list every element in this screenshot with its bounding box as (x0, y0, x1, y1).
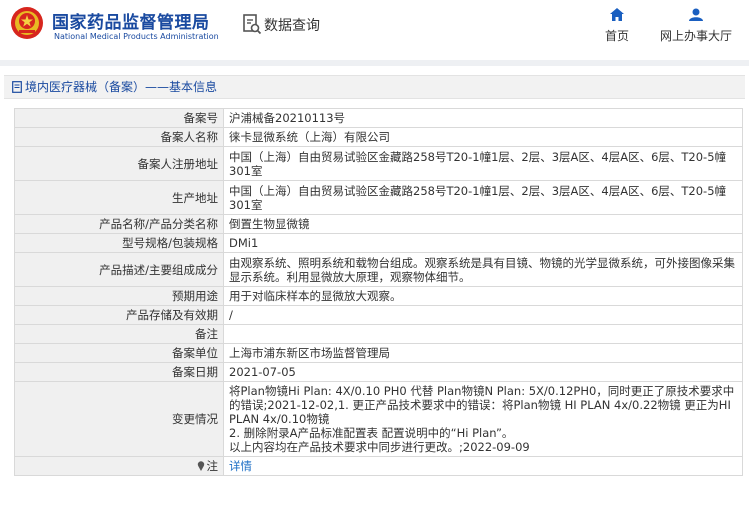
field-value: 2021-07-05 (223, 362, 743, 382)
field-label: 备案号 (14, 108, 224, 128)
field-label: 预期用途 (14, 286, 224, 306)
pin-icon (197, 461, 204, 471)
data-query-icon[interactable] (242, 13, 262, 35)
home-icon (610, 8, 624, 21)
field-label: 备案人注册地址 (14, 146, 224, 181)
field-value: 中国（上海）自由贸易试验区金藏路258号T20-1幢1层、2层、3层A区、4层A… (223, 146, 743, 181)
field-label: 注 (14, 456, 224, 476)
field-value (223, 324, 743, 344)
field-value: / (223, 305, 743, 325)
field-value: 徕卡显微系统（上海）有限公司 (223, 127, 743, 147)
field-value: 倒置生物显微镜 (223, 214, 743, 234)
table-row: 备案人注册地址 中国（上海）自由贸易试验区金藏路258号T20-1幢1层、2层、3… (14, 146, 743, 181)
breadcrumb-text: 境内医疗器械（备案）——基本信息 (25, 80, 218, 94)
change-line: 以上内容均在产品技术要求中同步进行更改。;2022-09-09 (229, 440, 530, 454)
field-label: 备案日期 (14, 362, 224, 382)
document-icon (12, 81, 22, 93)
national-emblem-icon (11, 7, 43, 39)
nav-home[interactable]: 首页 (600, 6, 634, 44)
table-row: 备案人名称 徕卡显微系统（上海）有限公司 (14, 127, 743, 147)
org-name-en: National Medical Products Administration (54, 32, 219, 41)
table-row: 产品名称/产品分类名称 倒置生物显微镜 (14, 214, 743, 234)
field-value: 沪浦械备20210113号 (223, 108, 743, 128)
table-row: 注详情 (14, 456, 743, 476)
field-label: 生产地址 (14, 180, 224, 215)
table-row: 备案单位 上海市浦东新区市场监督管理局 (14, 343, 743, 363)
org-name-cn: 国家药品监督管理局 (52, 13, 210, 33)
table-row: 型号规格/包装规格 DMi1 (14, 233, 743, 253)
change-line: 2. 删除附录A产品标准配置表 配置说明中的“Hi Plan”。 (229, 426, 514, 440)
field-label: 产品描述/主要组成成分 (14, 252, 224, 287)
table-row: 预期用途 用于对临床样本的显微放大观察。 (14, 286, 743, 306)
field-label: 备案单位 (14, 343, 224, 363)
header-divider (0, 60, 749, 66)
field-value: 用于对临床样本的显微放大观察。 (223, 286, 743, 306)
breadcrumb: 境内医疗器械（备案）——基本信息 (4, 75, 745, 99)
field-value: 上海市浦东新区市场监督管理局 (223, 343, 743, 363)
data-query-link[interactable]: 数据查询 (264, 15, 320, 35)
table-row: 备注 (14, 324, 743, 344)
field-label: 备注 (14, 324, 224, 344)
field-value: 中国（上海）自由贸易试验区金藏路258号T20-1幢1层、2层、3层A区、4层A… (223, 180, 743, 215)
field-value: DMi1 (223, 233, 743, 253)
field-label: 备案人名称 (14, 127, 224, 147)
nav-hall-label: 网上办事大厅 (659, 29, 732, 43)
site-header: 国家药品监督管理局 National Medical Products Admi… (0, 0, 749, 58)
field-label: 变更情况 (14, 381, 224, 457)
field-label: 产品存储及有效期 (14, 305, 224, 325)
nav-online-hall[interactable]: 网上办事大厅 (654, 6, 738, 44)
field-value: 由观察系统、照明系统和载物台组成。观察系统是具有目镜、物镜的光学显微系统，可外接… (223, 252, 743, 287)
change-history: 将Plan物镜Hi Plan: 4X/0.10 PH0 代替 Plan物镜N P… (223, 381, 743, 457)
table-row: 备案日期 2021-07-05 (14, 362, 743, 382)
table-row: 变更情况 将Plan物镜Hi Plan: 4X/0.10 PH0 代替 Plan物… (14, 381, 743, 457)
table-row: 生产地址 中国（上海）自由贸易试验区金藏路258号T20-1幢1层、2层、3层A区… (14, 180, 743, 215)
field-label: 产品名称/产品分类名称 (14, 214, 224, 234)
table-row: 产品描述/主要组成成分 由观察系统、照明系统和载物台组成。观察系统是具有目镜、物镜… (14, 252, 743, 287)
table-row: 备案号 沪浦械备20210113号 (14, 108, 743, 128)
note-label: 注 (206, 459, 219, 473)
nav-home-label: 首页 (604, 29, 629, 43)
record-detail-table: 备案号 沪浦械备20210113号 备案人名称 徕卡显微系统（上海）有限公司 备案人注册… (14, 108, 743, 476)
details-link[interactable]: 详情 (223, 456, 743, 476)
field-label: 型号规格/包装规格 (14, 233, 224, 253)
change-line: 将Plan物镜Hi Plan: 4X/0.10 PH0 代替 Plan物镜N P… (229, 384, 735, 426)
table-row: 产品存储及有效期 / (14, 305, 743, 325)
user-icon (689, 8, 703, 21)
